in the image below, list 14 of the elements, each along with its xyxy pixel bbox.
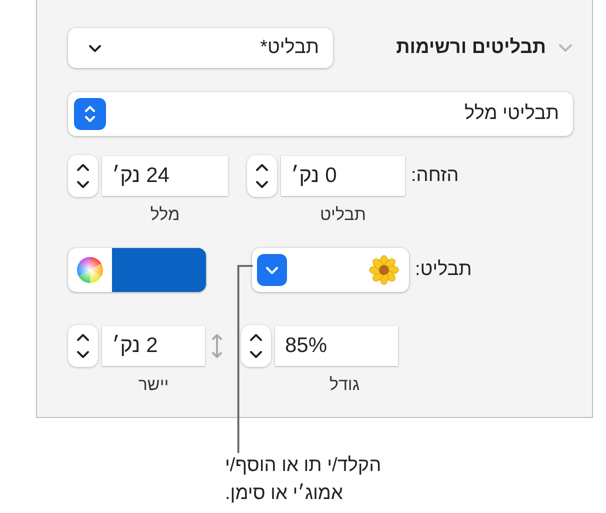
field-caption: יישר [138,375,169,394]
field-caption: תבליט [320,205,366,224]
number-field[interactable]: 24 נק׳ [102,156,228,196]
number-field[interactable]: 0 נק׳ [281,156,405,196]
bullet-type-popup[interactable]: תבליטי מלל [68,92,573,136]
bullet-label: תבליט: [415,259,472,281]
style-popup[interactable]: תבליט* [68,28,333,68]
field-caption: גודל [329,375,360,394]
field-caption: מלל [150,205,180,224]
indent-label: הזחה: [411,165,459,187]
number-field[interactable]: 2 נק׳ [102,326,205,366]
callout-text: הקלד/י תו או הוסף/י אמוג׳י או סימן. [225,454,382,506]
section-title: תבליטים ורשימות [396,37,546,59]
number-field[interactable]: 85% [275,326,398,366]
